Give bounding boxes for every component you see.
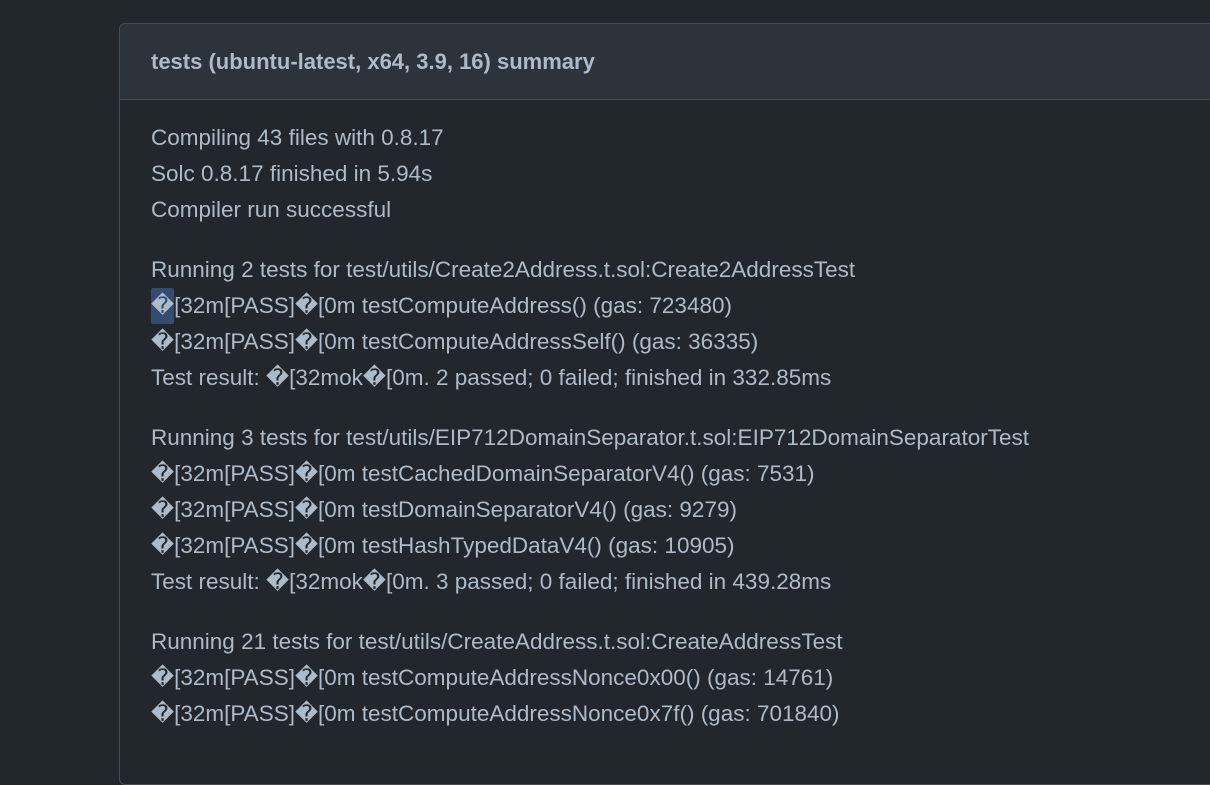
summary-body: Compiling 43 files with 0.8.17 Solc 0.8.… <box>120 100 1210 732</box>
log-line: Test result: �[32mok�[0m. 2 passed; 0 fa… <box>151 365 832 390</box>
selected-replacement-glyph[interactable]: � <box>151 288 175 324</box>
log-line: Solc 0.8.17 finished in 5.94s <box>151 161 433 186</box>
log-line: Test result: �[32mok�[0m. 3 passed; 0 fa… <box>151 569 832 594</box>
log-line: Running 3 tests for test/utils/EIP712Dom… <box>151 425 1029 450</box>
test-suite-block: Running 21 tests for test/utils/CreateAd… <box>151 624 1210 732</box>
summary-title: tests (ubuntu-latest, x64, 3.9, 16) summ… <box>151 48 595 74</box>
log-line: �[32m[PASS]�[0m testComputeAddressNonce0… <box>151 665 834 690</box>
test-suite-block: Running 2 tests for test/utils/Create2Ad… <box>151 252 1210 396</box>
log-line: �[32m[PASS]�[0m testComputeAddressSelf()… <box>151 329 759 354</box>
log-line: Compiler run successful <box>151 197 392 222</box>
summary-header[interactable]: tests (ubuntu-latest, x64, 3.9, 16) summ… <box>120 24 1210 100</box>
log-line: �[32m[PASS]�[0m testDomainSeparatorV4() … <box>151 497 737 522</box>
log-line: Running 21 tests for test/utils/CreateAd… <box>151 629 843 654</box>
compile-block: Compiling 43 files with 0.8.17 Solc 0.8.… <box>151 120 1210 228</box>
log-line: �[32m[PASS]�[0m testHashTypedDataV4() (g… <box>151 533 735 558</box>
log-line: Compiling 43 files with 0.8.17 <box>151 125 444 150</box>
job-summary-panel: tests (ubuntu-latest, x64, 3.9, 16) summ… <box>119 23 1210 785</box>
log-line: �[32m[PASS]�[0m testComputeAddressNonce0… <box>151 701 840 726</box>
log-line: Running 2 tests for test/utils/Create2Ad… <box>151 257 856 282</box>
log-line: �[32m[PASS]�[0m testComputeAddress() (ga… <box>151 288 1210 324</box>
log-line-text: [32m[PASS]�[0m testComputeAddress() (gas… <box>174 293 732 318</box>
test-suite-block: Running 3 tests for test/utils/EIP712Dom… <box>151 420 1210 600</box>
log-line: �[32m[PASS]�[0m testCachedDomainSeparato… <box>151 461 815 486</box>
